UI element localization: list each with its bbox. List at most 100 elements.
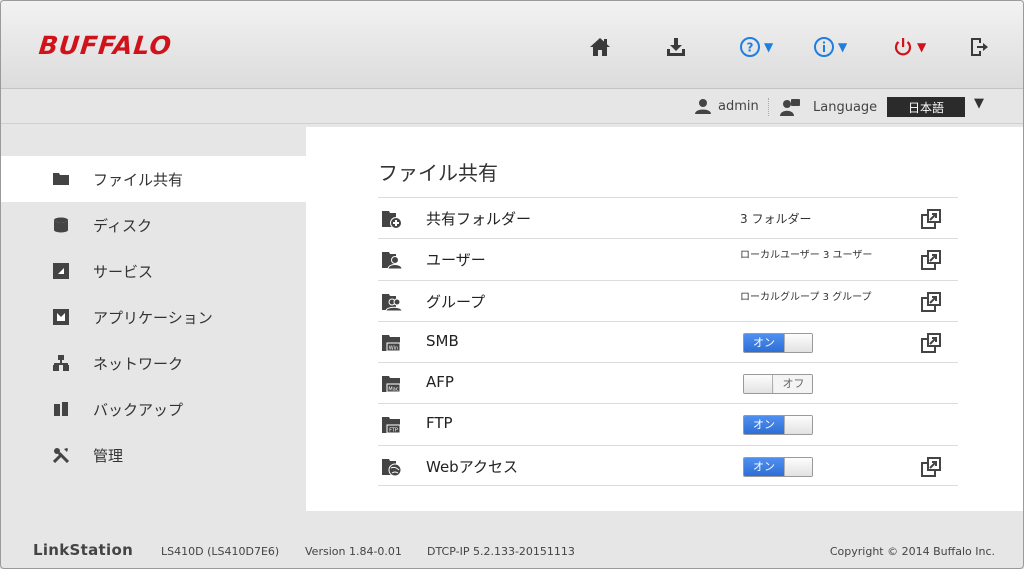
ftp-toggle[interactable]: オン: [743, 415, 813, 436]
toggle-off-label: オフ: [774, 375, 812, 394]
sidebar-item-label: ファイル共有: [93, 171, 184, 189]
language-select[interactable]: 日本語: [887, 97, 965, 117]
open-external-icon: [921, 250, 941, 271]
power-icon: [894, 38, 912, 56]
help-icon: ?: [740, 37, 760, 57]
row-ftp[interactable]: FTP FTP オン: [378, 403, 958, 444]
main-panel: ファイル共有 共有フォルダー 3 フォルダー ユーザー ローカルユーザー 3 ユ…: [306, 127, 1023, 511]
sidebar-item-disk[interactable]: ディスク: [1, 202, 306, 248]
username: admin: [718, 98, 759, 114]
sidebar-item-label: 管理: [93, 447, 124, 465]
row-shared-folder[interactable]: 共有フォルダー 3 フォルダー: [378, 197, 958, 238]
open-external-icon: [921, 291, 941, 312]
sidebar-item-network[interactable]: ネットワーク: [1, 340, 306, 386]
copyright: Copyright © 2014 Buffalo Inc.: [829, 545, 995, 558]
sidebar-item-application[interactable]: アプリケーション: [1, 294, 306, 340]
shared-folder-icon: [382, 211, 402, 229]
header-bar: BUFFALO ? ▼ ▼ ▼: [1, 1, 1023, 89]
model-name: LS410D (LS410D7E6): [161, 545, 280, 558]
afp-folder-icon: Mac: [382, 376, 401, 393]
row-name: 共有フォルダー: [426, 210, 532, 228]
toggle-on-label: オン: [744, 333, 784, 352]
svg-text:FTP: FTP: [389, 428, 398, 434]
user-folder-icon: [382, 252, 402, 270]
help-menu[interactable]: ? ▼: [739, 35, 773, 59]
divider: [768, 98, 769, 116]
toggle-on-label: オン: [744, 416, 784, 435]
folder-icon: [53, 173, 69, 185]
toggle-knob: [744, 375, 773, 394]
page-title: ファイル共有: [378, 161, 498, 185]
open-external-icon: [921, 332, 941, 353]
power-menu[interactable]: ▼: [892, 35, 926, 59]
sidebar-item-file-sharing[interactable]: ファイル共有: [1, 156, 306, 202]
row-name: ユーザー: [426, 251, 486, 270]
sidebar-item-management[interactable]: 管理: [1, 432, 306, 478]
logout-icon[interactable]: [968, 35, 990, 59]
row-name: FTP: [426, 414, 453, 433]
row-smb[interactable]: Win SMB オン: [378, 320, 958, 362]
sidebar-item-label: ディスク: [93, 217, 152, 235]
footer: LinkStation LS410D (LS410D7E6) Version 1…: [1, 531, 1023, 568]
sidebar-item-backup[interactable]: バックアップ: [1, 386, 306, 432]
web-access-toggle[interactable]: オン: [743, 456, 813, 477]
user-icon: [695, 99, 711, 114]
help-caret: ▼: [764, 40, 774, 54]
network-icon: [53, 355, 69, 371]
info-caret: ▼: [838, 40, 848, 54]
toggle-knob: [784, 333, 812, 352]
sidebar-item-label: バックアップ: [93, 401, 184, 419]
service-icon: [53, 263, 69, 279]
settings-list: 共有フォルダー 3 フォルダー ユーザー ローカルユーザー 3 ユーザー グルー…: [378, 197, 958, 487]
sidebar-item-label: アプリケーション: [93, 309, 213, 327]
svg-text:?: ?: [747, 41, 754, 55]
product-brand: LinkStation: [33, 541, 134, 559]
row-afp[interactable]: Mac AFP オフ: [378, 362, 958, 403]
app-window: BUFFALO ? ▼ ▼ ▼ admin Language 日本語 ▼ ファイ…: [0, 0, 1024, 569]
smb-toggle[interactable]: オン: [743, 332, 813, 353]
afp-toggle[interactable]: オフ: [743, 374, 813, 395]
row-web-access[interactable]: Webアクセス オン: [378, 444, 958, 487]
row-user[interactable]: ユーザー ローカルユーザー 3 ユーザー: [378, 238, 958, 279]
disk-icon: [54, 217, 68, 233]
home-icon[interactable]: [589, 35, 611, 59]
toggle-on-label: オン: [744, 457, 784, 476]
language-label-group: Language: [779, 98, 877, 116]
power-caret: ▼: [917, 40, 927, 54]
open-external-icon: [921, 209, 941, 229]
dtcp-version: DTCP-IP 5.2.133-20151113: [427, 545, 575, 558]
web-folder-icon: [382, 458, 402, 477]
toggle-knob: [784, 416, 812, 435]
open-external-icon: [921, 456, 941, 477]
row-value: ローカルグループ 3 グループ: [740, 291, 872, 303]
row-value: ローカルユーザー 3 ユーザー: [740, 250, 873, 262]
user-indicator[interactable]: admin: [694, 98, 759, 114]
language-label: Language: [813, 99, 878, 115]
svg-text:Win: Win: [389, 345, 398, 351]
sidebar-item-service[interactable]: サービス: [1, 248, 306, 294]
row-name: グループ: [426, 292, 486, 311]
info-menu[interactable]: ▼: [813, 35, 847, 59]
firmware-version: Version 1.84-0.01: [305, 545, 402, 558]
application-icon: [53, 309, 69, 325]
group-folder-icon: [382, 293, 402, 312]
language-caret-icon[interactable]: ▼: [974, 96, 984, 111]
info-icon: [814, 37, 834, 57]
language-icon: [780, 99, 800, 116]
sidebar-item-label: サービス: [93, 263, 154, 281]
buffalo-logo[interactable]: BUFFALO: [37, 31, 173, 60]
row-value: 3 フォルダー: [740, 212, 812, 226]
sidebar-item-label: ネットワーク: [93, 355, 184, 373]
backup-icon: [54, 402, 68, 416]
download-icon[interactable]: [665, 35, 687, 59]
sub-bar: admin Language 日本語 ▼: [1, 90, 1023, 124]
svg-text:Mac: Mac: [388, 387, 398, 393]
ftp-folder-icon: FTP: [382, 417, 401, 434]
smb-folder-icon: Win: [382, 334, 401, 352]
row-name: Webアクセス: [426, 457, 518, 476]
row-group[interactable]: グループ ローカルグループ 3 グループ: [378, 279, 958, 321]
row-name: AFP: [426, 373, 454, 392]
toggle-knob: [784, 457, 812, 476]
sidebar: ファイル共有 ディスク サービス アプリケーション ネットワーク バックアップ …: [1, 156, 306, 478]
tools-icon: [53, 448, 69, 463]
